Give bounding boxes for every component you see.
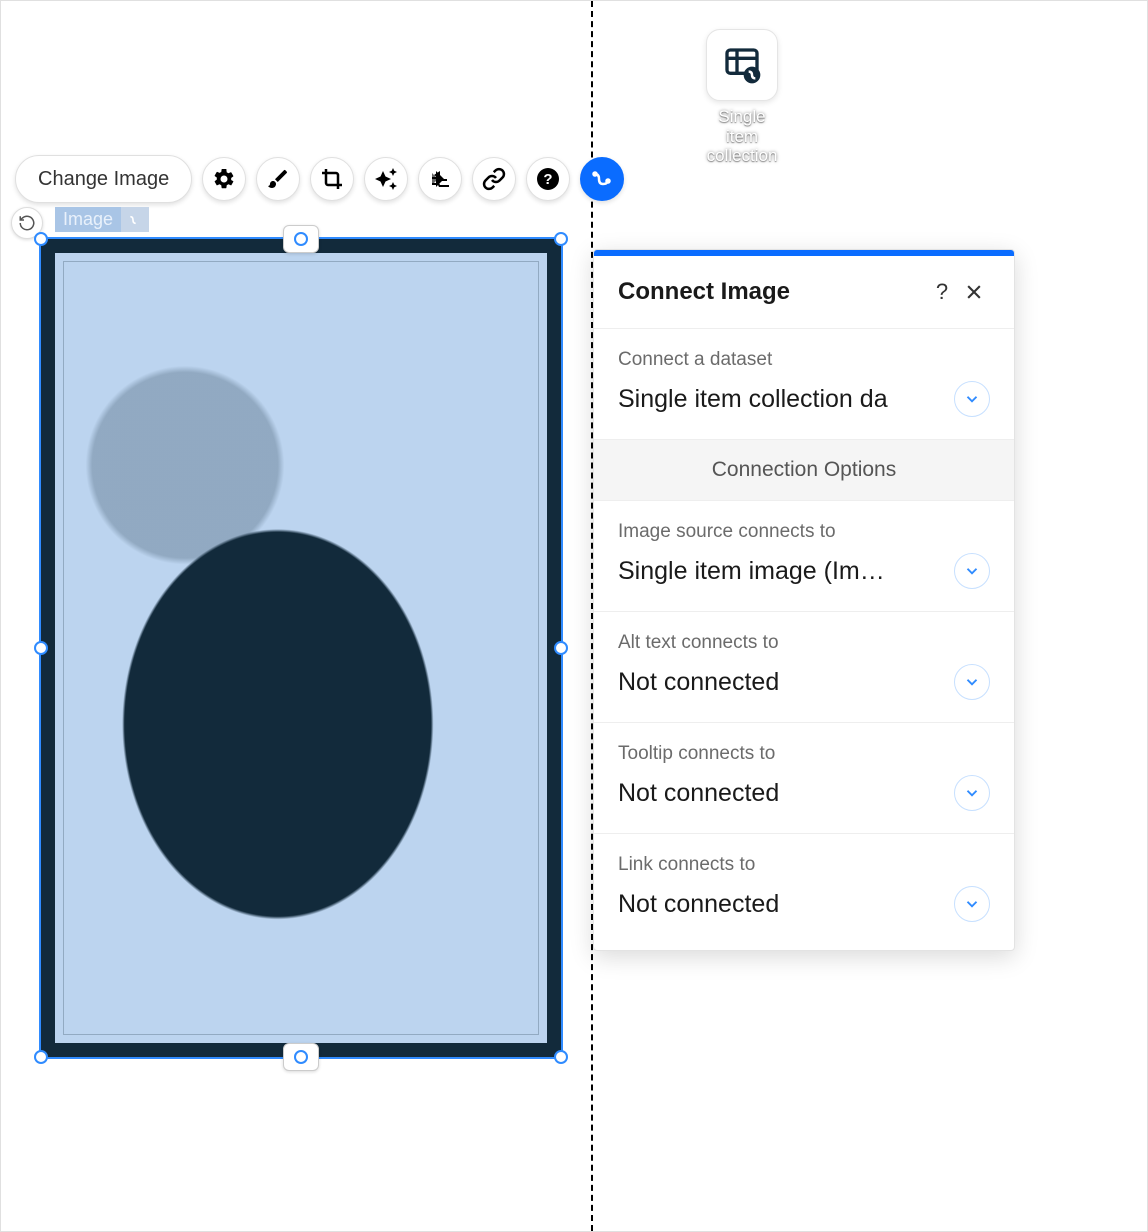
dataset-chip-label: Single item collection: [701, 107, 783, 166]
panel-help-button[interactable]: ?: [926, 276, 958, 308]
resize-handle-l[interactable]: [34, 641, 48, 655]
crop-button[interactable]: [310, 157, 354, 201]
resize-handle-r[interactable]: [554, 641, 568, 655]
field-dropdown-tooltip[interactable]: Not connected: [618, 775, 990, 811]
chevron-down-icon: [954, 775, 990, 811]
resize-handle-tl[interactable]: [34, 232, 48, 246]
svg-text:?: ?: [544, 171, 553, 188]
image-element[interactable]: Image: [41, 239, 561, 1057]
dataset-chip[interactable]: Single item collection: [701, 29, 783, 166]
dataset-value: Single item collection da: [618, 385, 944, 414]
filters-button[interactable]: [364, 157, 408, 201]
resize-handle-bl[interactable]: [34, 1050, 48, 1064]
field-value: Not connected: [618, 890, 944, 919]
design-button[interactable]: [256, 157, 300, 201]
field-label: Alt text connects to: [618, 632, 990, 654]
image-frame: [41, 239, 561, 1057]
element-type-label: Image: [55, 207, 149, 232]
panel-close-button[interactable]: [958, 276, 990, 308]
element-type-text: Image: [55, 207, 121, 232]
change-image-button[interactable]: Change Image: [15, 155, 192, 203]
resize-handle-t[interactable]: [294, 232, 308, 246]
editor-canvas: Single item collection Change Image ?: [0, 0, 1148, 1232]
dataset-icon: [706, 29, 778, 101]
chevron-down-icon: [954, 553, 990, 589]
connect-image-panel: Connect Image ? Connect a dataset Single…: [593, 249, 1015, 951]
field-value: Single item image (Im…: [618, 557, 944, 586]
dataset-label: Connect a dataset: [618, 349, 990, 371]
connection-options-header: Connection Options: [594, 440, 1014, 501]
resize-handle-br[interactable]: [554, 1050, 568, 1064]
resize-handle-tr[interactable]: [554, 232, 568, 246]
field-dropdown-alt-text[interactable]: Not connected: [618, 664, 990, 700]
chevron-down-icon: [954, 381, 990, 417]
connect-data-button[interactable]: [580, 157, 624, 201]
chevron-down-icon: [954, 886, 990, 922]
chevron-down-icon: [954, 664, 990, 700]
field-value: Not connected: [618, 668, 944, 697]
image-content: [69, 267, 533, 1029]
field-link: Link connects to Not connected: [594, 834, 1014, 950]
settings-button[interactable]: [202, 157, 246, 201]
help-button[interactable]: ?: [526, 157, 570, 201]
field-label: Tooltip connects to: [618, 743, 990, 765]
field-label: Image source connects to: [618, 521, 990, 543]
field-value: Not connected: [618, 779, 944, 808]
connect-indicator-icon: [121, 207, 149, 232]
panel-header: Connect Image ?: [594, 256, 1014, 329]
dataset-dropdown[interactable]: Single item collection da: [618, 381, 990, 417]
field-dropdown-link[interactable]: Not connected: [618, 886, 990, 922]
resize-handle-b[interactable]: [294, 1050, 308, 1064]
dataset-section: Connect a dataset Single item collection…: [594, 329, 1014, 440]
field-image-source: Image source connects to Single item ima…: [594, 501, 1014, 612]
panel-title: Connect Image: [618, 278, 926, 306]
field-dropdown-image-source[interactable]: Single item image (Im…: [618, 553, 990, 589]
link-button[interactable]: [472, 157, 516, 201]
animation-button[interactable]: [418, 157, 462, 201]
image-toolbar: Change Image ?: [15, 155, 624, 203]
field-alt-text: Alt text connects to Not connected: [594, 612, 1014, 723]
field-tooltip: Tooltip connects to Not connected: [594, 723, 1014, 834]
field-label: Link connects to: [618, 854, 990, 876]
